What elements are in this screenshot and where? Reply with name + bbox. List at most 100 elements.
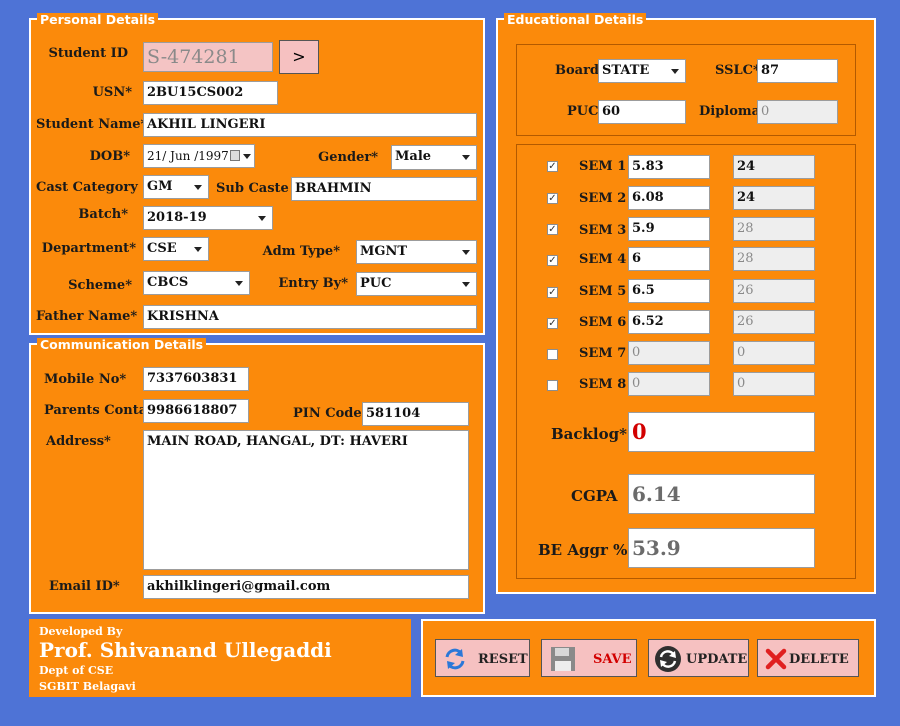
- sem6-checkbox[interactable]: ✓: [547, 318, 558, 329]
- sem6-sgpa-field[interactable]: 6.52: [628, 310, 710, 334]
- department-select[interactable]: CSE: [143, 237, 209, 261]
- reset-label: RESET: [478, 652, 528, 667]
- chevron-down-icon[interactable]: [243, 154, 251, 159]
- sem4-sgpa-field[interactable]: 6: [628, 247, 710, 271]
- entry-by-select[interactable]: PUC: [356, 272, 477, 296]
- chevron-down-icon: [462, 250, 470, 255]
- educational-details-legend: Educational Details: [504, 13, 647, 27]
- sem4-credits-field[interactable]: 28: [733, 247, 815, 271]
- backlog-label: Backlog*: [551, 425, 627, 443]
- father-name-label: Father Name*: [36, 309, 138, 324]
- batch-select[interactable]: 2018-19: [143, 206, 273, 230]
- student-name-field[interactable]: AKHIL LINGERI: [143, 113, 477, 137]
- sem1-credits-field[interactable]: 24: [733, 155, 815, 179]
- sem5-label: SEM 5: [579, 284, 627, 299]
- sslc-field[interactable]: 87: [757, 59, 838, 83]
- diploma-label: Diploma: [699, 104, 761, 119]
- sem8-checkbox[interactable]: [547, 380, 558, 391]
- sem1-sgpa-field[interactable]: 5.83: [628, 155, 710, 179]
- chevron-down-icon: [462, 155, 470, 160]
- board-label: Board: [555, 63, 600, 78]
- refresh-icon: [445, 648, 465, 670]
- sem3-credits-field[interactable]: 28: [733, 217, 815, 241]
- sem5-credits-field[interactable]: 26: [733, 279, 815, 303]
- gender-label: Gender*: [318, 150, 378, 165]
- usn-field[interactable]: 2BU15CS002: [143, 81, 278, 105]
- caste-category-label: Cast Category: [36, 180, 138, 195]
- entry-by-label: Entry By*: [278, 276, 348, 291]
- delete-label: DELETE: [789, 652, 849, 667]
- delete-button[interactable]: DELETE: [757, 639, 859, 677]
- address-textarea[interactable]: MAIN ROAD, HANGAL, DT: HAVERI: [143, 430, 469, 570]
- scheme-select[interactable]: CBCS: [143, 271, 250, 295]
- adm-type-select[interactable]: MGNT: [356, 240, 477, 264]
- developer-college: SGBIT Belagavi: [39, 680, 136, 693]
- reset-button[interactable]: RESET: [435, 639, 530, 677]
- board-select[interactable]: STATE: [598, 59, 686, 83]
- update-label: UPDATE: [686, 652, 748, 667]
- scheme-value: CBCS: [147, 275, 189, 290]
- save-label: SAVE: [593, 652, 632, 667]
- address-label: Address*: [46, 434, 111, 449]
- calendar-icon[interactable]: [230, 150, 240, 161]
- puc-label: PUC: [567, 104, 599, 119]
- sem2-credits-field[interactable]: 24: [733, 186, 815, 210]
- sem5-sgpa-field[interactable]: 6.5: [628, 279, 710, 303]
- father-name-field[interactable]: KRISHNA: [143, 305, 477, 329]
- sem2-sgpa-field[interactable]: 6.08: [628, 186, 710, 210]
- sem3-sgpa-field[interactable]: 5.9: [628, 217, 710, 241]
- developer-name: Prof. Shivanand Ullegaddi: [39, 638, 332, 662]
- be-aggr-field[interactable]: 53.9: [628, 528, 815, 568]
- email-field[interactable]: akhilklingeri@gmail.com: [143, 575, 469, 599]
- go-button-label: >: [292, 47, 306, 66]
- sem6-label: SEM 6: [579, 315, 627, 330]
- sem5-checkbox[interactable]: ✓: [547, 287, 558, 298]
- backlog-field[interactable]: 0: [628, 412, 815, 452]
- communication-details-legend: Communication Details: [37, 338, 207, 352]
- scheme-label: Scheme*: [68, 278, 132, 293]
- sem1-label: SEM 1: [579, 159, 627, 174]
- sem2-checkbox[interactable]: ✓: [547, 193, 558, 204]
- adm-type-value: MGNT: [360, 244, 408, 259]
- sem8-label: SEM 8: [579, 377, 627, 392]
- sem7-checkbox[interactable]: [547, 349, 558, 360]
- entry-by-value: PUC: [360, 276, 392, 291]
- sync-icon: [655, 646, 681, 672]
- sem4-checkbox[interactable]: ✓: [547, 255, 558, 266]
- sem8-sgpa-field[interactable]: 0: [628, 372, 710, 396]
- dob-picker[interactable]: 21/ Jun /1997: [143, 144, 255, 168]
- go-button[interactable]: >: [279, 40, 319, 74]
- pin-code-field[interactable]: 581104: [362, 402, 469, 426]
- developer-dept: Dept of CSE: [39, 664, 114, 677]
- diploma-field[interactable]: 0: [757, 100, 838, 124]
- student-id-label: Student ID: [48, 46, 128, 61]
- department-value: CSE: [147, 241, 177, 256]
- sem2-label: SEM 2: [579, 191, 627, 206]
- sub-caste-field[interactable]: BRAHMIN: [291, 177, 477, 201]
- personal-details-legend: Personal Details: [37, 13, 159, 27]
- floppy-disk-icon: [551, 647, 575, 671]
- sem1-checkbox[interactable]: ✓: [547, 161, 558, 172]
- sem3-checkbox[interactable]: ✓: [547, 224, 558, 235]
- save-button[interactable]: SAVE: [541, 639, 637, 677]
- chevron-down-icon: [258, 216, 266, 221]
- developer-credit-box: Developed By Prof. Shivanand Ullegaddi D…: [29, 619, 411, 697]
- email-label: Email ID*: [49, 579, 120, 594]
- cgpa-field[interactable]: 6.14: [628, 474, 815, 514]
- sem7-credits-field[interactable]: 0: [733, 341, 815, 365]
- chevron-down-icon: [194, 247, 202, 252]
- sem6-credits-field[interactable]: 26: [733, 310, 815, 334]
- caste-category-select[interactable]: GM: [143, 175, 209, 199]
- parents-contact-field[interactable]: 9986618807: [143, 399, 249, 423]
- sem8-credits-field[interactable]: 0: [733, 372, 815, 396]
- mobile-field[interactable]: 7337603831: [143, 367, 249, 391]
- chevron-down-icon: [194, 185, 202, 190]
- student-id-field[interactable]: S-474281: [143, 42, 273, 72]
- be-aggr-label: BE Aggr %: [538, 541, 628, 559]
- sem7-label: SEM 7: [579, 346, 627, 361]
- update-button[interactable]: UPDATE: [648, 639, 749, 677]
- puc-field[interactable]: 60: [598, 100, 686, 124]
- sem7-sgpa-field[interactable]: 0: [628, 341, 710, 365]
- delete-x-icon: [765, 648, 787, 670]
- gender-select[interactable]: Male: [391, 145, 477, 170]
